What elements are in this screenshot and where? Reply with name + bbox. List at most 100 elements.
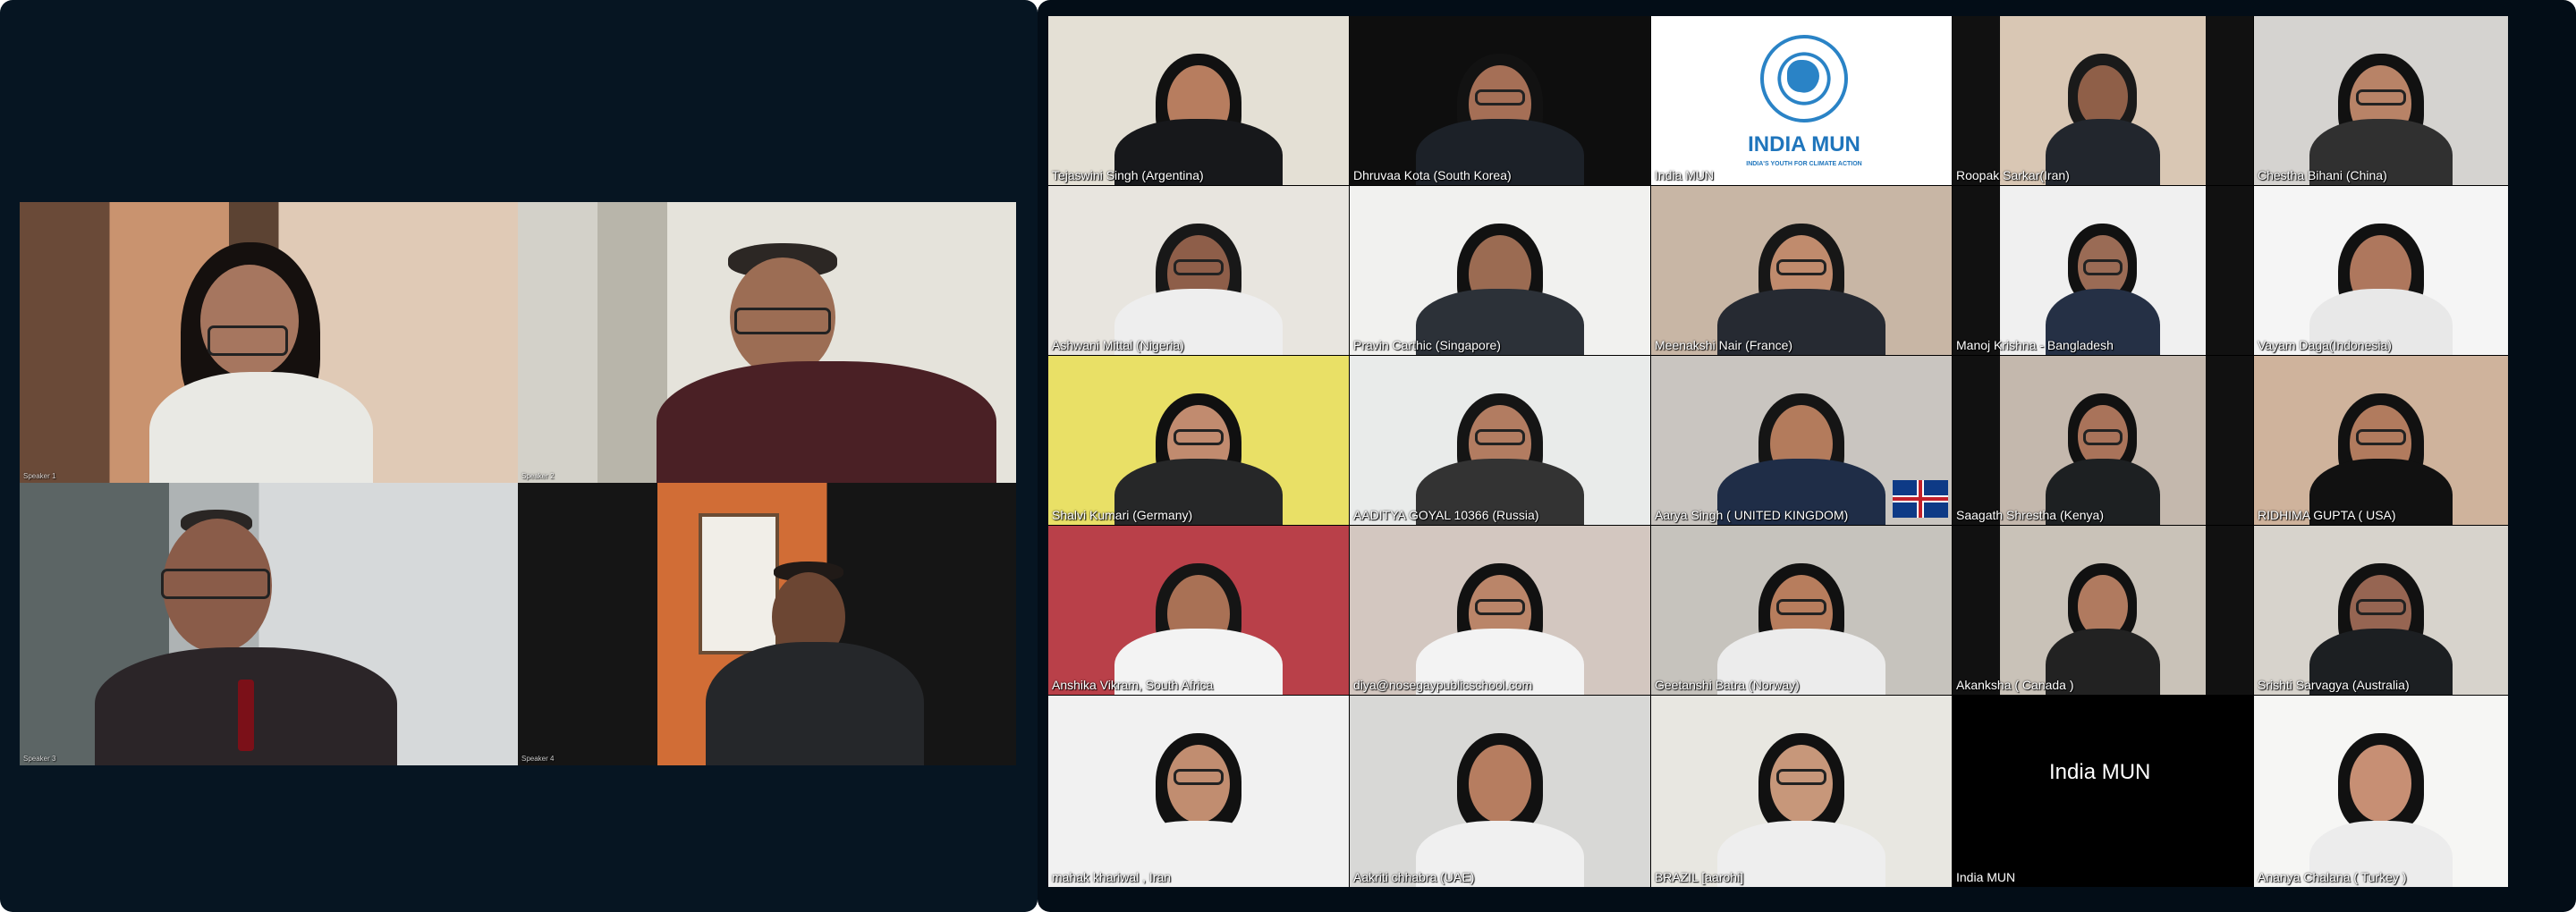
- participant-video: [1350, 356, 1650, 525]
- participant-name-label: Manoj Krishna - Bangladesh: [1956, 338, 2114, 352]
- participant-name-label: Vayam Daga(Indonesia): [2258, 338, 2392, 352]
- speaker-tile: Speaker 1: [20, 202, 518, 483]
- participant-name-label: Akanksha ( Canada ): [1956, 678, 2074, 692]
- glasses-icon: [1474, 89, 1526, 106]
- participant-name-label: Chestha Bihani (China): [2258, 168, 2387, 182]
- participant-name-label: Dhruvaa Kota (South Korea): [1353, 168, 1512, 182]
- participant-name-label: diya@nosegaypublicschool.com: [1353, 678, 1533, 692]
- participant-video: [1048, 356, 1349, 525]
- glasses-icon: [161, 569, 270, 599]
- participant-face: [200, 265, 299, 377]
- participant-name-label: India MUN: [1956, 870, 2016, 884]
- glasses-icon: [1173, 429, 1224, 445]
- glasses-icon: [734, 308, 831, 334]
- participant-name-label: Ashwani Mittal (Nigeria): [1052, 338, 1184, 352]
- glasses-icon: [208, 325, 288, 356]
- participant-video: [518, 202, 1016, 483]
- participant-tile: RIDHIMA GUPTA ( USA): [2254, 356, 2508, 525]
- participant-tile: BRAZIL [aarohi]: [1651, 696, 1952, 887]
- participant-tile: Akanksha ( Canada ): [1953, 526, 2253, 695]
- participant-video: [2000, 526, 2206, 695]
- participant-name-label: mahak khariwal , Iran: [1052, 870, 1172, 884]
- participant-video: [2254, 356, 2508, 525]
- participant-tile: Dhruvaa Kota (South Korea): [1350, 16, 1650, 185]
- participant-name-label: Meenakshi Nair (France): [1655, 338, 1793, 352]
- participant-name-label: RIDHIMA GUPTA ( USA): [2258, 508, 2396, 522]
- speaker-tile: Speaker 3: [20, 483, 518, 765]
- participant-tile: Geetanshi Batra (Norway): [1651, 526, 1952, 695]
- participant-name-label: Aarya Singh ( UNITED KINGDOM): [1655, 508, 1849, 522]
- participant-name-label: Saagath Shrestha (Kenya): [1956, 508, 2104, 522]
- participant-tile: INDIA MUN INDIA'S YOUTH FOR CLIMATE ACTIO…: [1651, 16, 1952, 185]
- glasses-icon: [1474, 429, 1526, 445]
- participant-video: [1048, 526, 1349, 695]
- glasses-icon: [1775, 259, 1827, 275]
- participant-name-label: Ananya Chalana ( Turkey ): [2258, 870, 2407, 884]
- speaker-tile: Speaker 2: [518, 202, 1016, 483]
- participant-name-label: Anshika Vikram, South Africa: [1052, 678, 1214, 692]
- participant-tile: Vayam Daga(Indonesia): [2254, 186, 2508, 355]
- participant-video: [1350, 16, 1650, 185]
- participant-clothing: [149, 372, 373, 483]
- participant-video: [518, 483, 1016, 765]
- un-emblem-icon: [1760, 35, 1848, 122]
- video-off-name: India MUN: [2044, 760, 2157, 785]
- participant-video: [20, 202, 518, 483]
- participant-name-label: Geetanshi Batra (Norway): [1655, 678, 1800, 692]
- screen-canvas: Speaker 1 Speaker 2 Speaker 3 Speaker 4 Tej…: [0, 0, 2576, 912]
- participant-name-label: Aakriti chhabra (UAE): [1353, 870, 1475, 884]
- participant-gallery-grid: Tejaswini Singh (Argentina) Dhruvaa Kota …: [1048, 16, 2508, 887]
- participant-tile: India MUN India MUN: [1953, 696, 2253, 887]
- glasses-icon: [2082, 429, 2123, 445]
- participant-name-label: Srishti Sarvagya (Australia): [2258, 678, 2410, 692]
- glasses-icon: [1173, 769, 1224, 785]
- speaker-video-grid: Speaker 1 Speaker 2 Speaker 3 Speaker 4: [20, 202, 1016, 765]
- participant-tile: Tejaswini Singh (Argentina): [1048, 16, 1349, 185]
- participant-tile: Ananya Chalana ( Turkey ): [2254, 696, 2508, 887]
- participant-video: [20, 483, 518, 765]
- uk-flag-icon: [1893, 480, 1948, 518]
- flag-red-vertical: [1919, 480, 1922, 518]
- participant-tile: diya@nosegaypublicschool.com: [1350, 526, 1650, 695]
- participant-tile: Srishti Sarvagya (Australia): [2254, 526, 2508, 695]
- participant-tile: Aarya Singh ( UNITED KINGDOM): [1651, 356, 1952, 525]
- participant-name-label: BRAZIL [aarohi]: [1655, 870, 1744, 884]
- participant-name-label: Tejaswini Singh (Argentina): [1052, 168, 1204, 182]
- glasses-icon: [1474, 599, 1526, 615]
- glasses-icon: [1775, 599, 1827, 615]
- participant-tile: Pravin Carthic (Singapore): [1350, 186, 1650, 355]
- logo-title: INDIA MUN: [1748, 132, 1860, 156]
- participant-video: [2254, 16, 2508, 185]
- necktie-icon: [238, 680, 254, 751]
- participant-video: [1350, 526, 1650, 695]
- speaker-name-label: Speaker 2: [521, 472, 555, 480]
- participant-video: [1048, 186, 1349, 355]
- glasses-icon: [1775, 769, 1827, 785]
- participant-tile: Saagath Shrestha (Kenya): [1953, 356, 2253, 525]
- participant-name-label: Roopak Sarkar(Iran): [1956, 168, 2070, 182]
- participant-video: [2254, 186, 2508, 355]
- participant-tile: Anshika Vikram, South Africa: [1048, 526, 1349, 695]
- speaker-tile: Speaker 4: [518, 483, 1016, 765]
- logo-subtitle: INDIA'S YOUTH FOR CLIMATE ACTION: [1746, 161, 1862, 167]
- participant-video: [2000, 356, 2206, 525]
- glasses-icon: [2356, 429, 2406, 445]
- participant-video: [1350, 186, 1650, 355]
- participant-clothing: [657, 361, 996, 483]
- participant-video: [1651, 696, 1952, 887]
- participant-name-label: Shalvi Kumari (Germany): [1052, 508, 1193, 522]
- glasses-icon: [2082, 259, 2123, 275]
- speaker-meeting-window: Speaker 1 Speaker 2 Speaker 3 Speaker 4: [0, 0, 1038, 912]
- participant-tile: Meenakshi Nair (France): [1651, 186, 1952, 355]
- participant-video: [2000, 16, 2206, 185]
- participant-tile: AADITYA GOYAL 10366 (Russia): [1350, 356, 1650, 525]
- participant-video: [2254, 696, 2508, 887]
- participant-tile: Manoj Krishna - Bangladesh: [1953, 186, 2253, 355]
- participant-video: [1048, 696, 1349, 887]
- participant-video: [1048, 16, 1349, 185]
- participant-tile: Roopak Sarkar(Iran): [1953, 16, 2253, 185]
- participant-face: [1468, 745, 1532, 823]
- participant-name-label: Pravin Carthic (Singapore): [1353, 338, 1501, 352]
- speaker-name-label: Speaker 3: [23, 755, 56, 763]
- participant-name-label: AADITYA GOYAL 10366 (Russia): [1353, 508, 1539, 522]
